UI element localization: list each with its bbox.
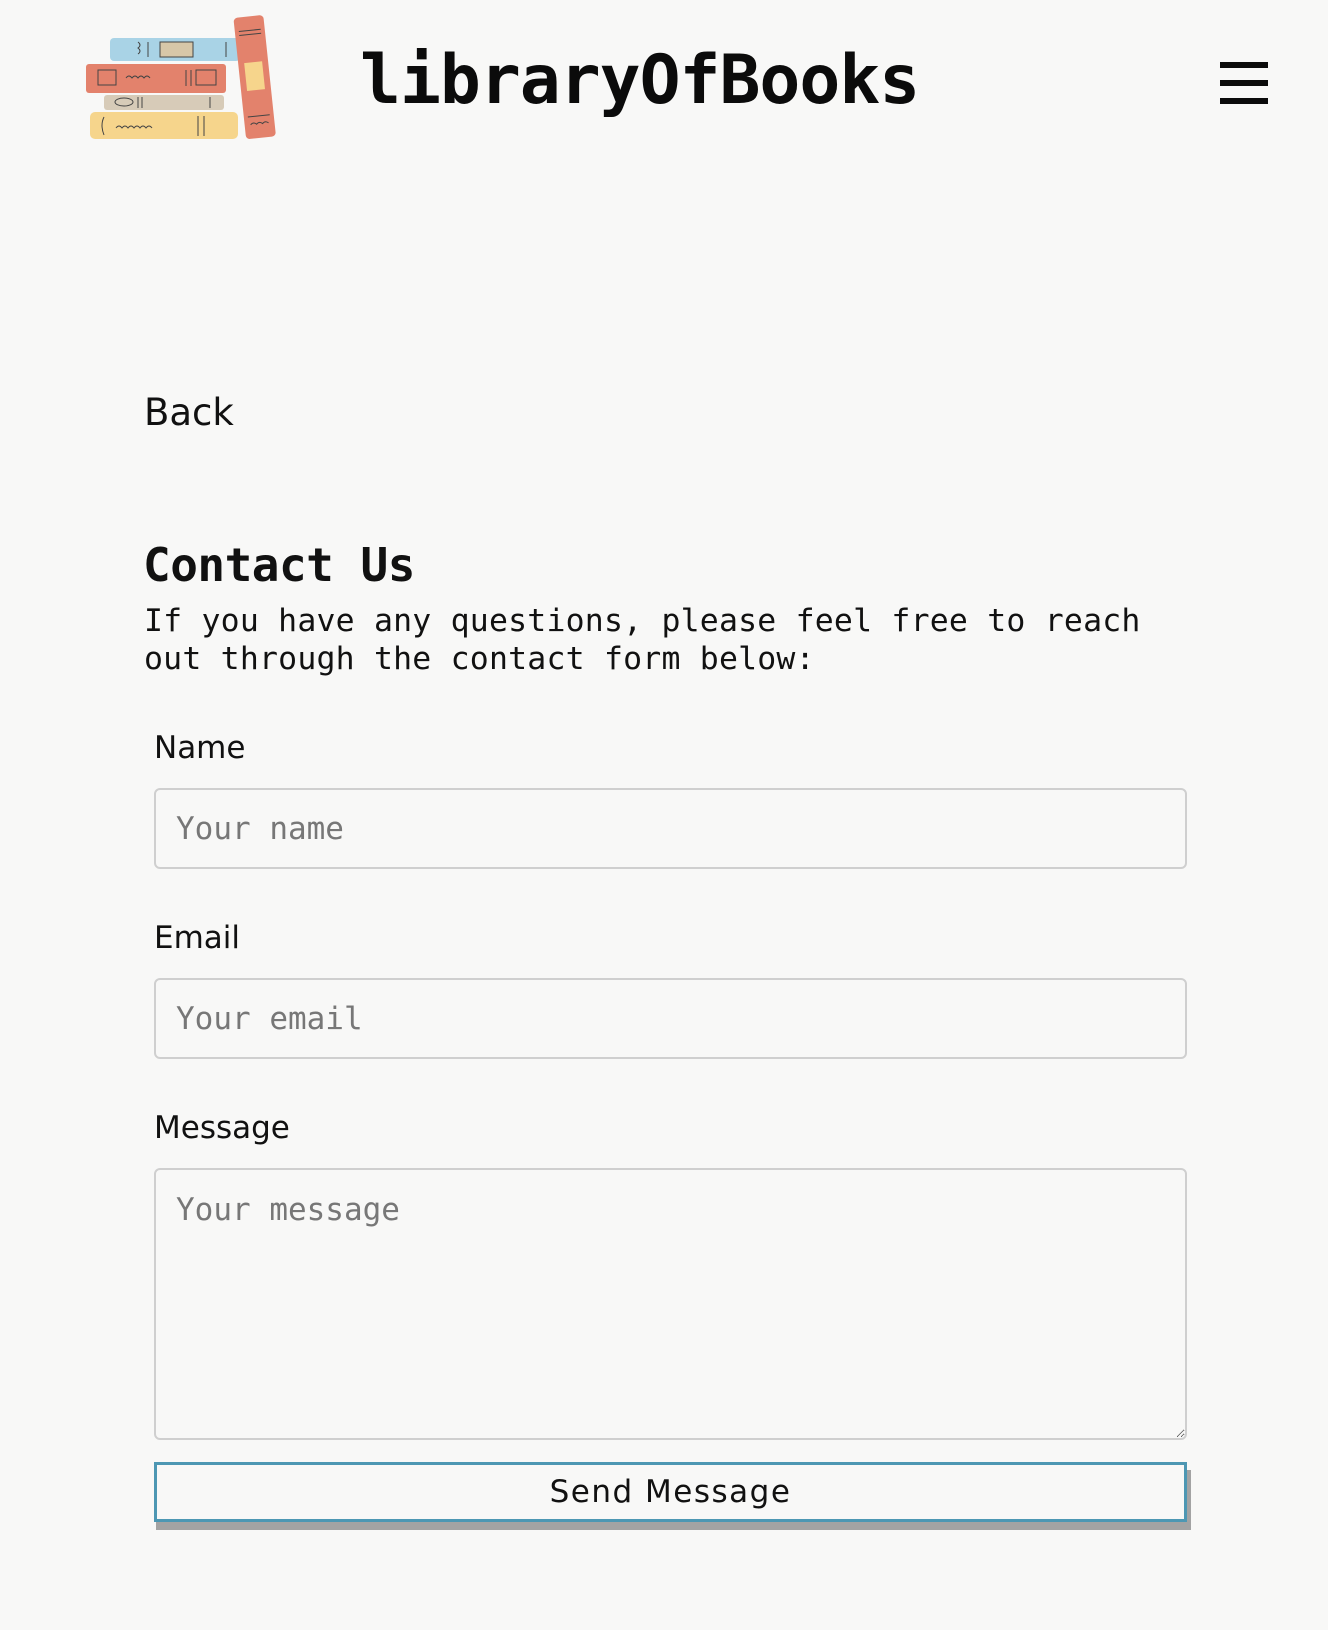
message-label: Message: [154, 1110, 290, 1146]
page-title: Contact Us: [143, 538, 415, 592]
menu-bar-bottom: [1220, 98, 1268, 104]
menu-bar-top: [1220, 62, 1268, 68]
name-label: Name: [154, 730, 246, 766]
email-input[interactable]: [154, 978, 1187, 1059]
name-input[interactable]: [154, 788, 1187, 869]
send-message-button[interactable]: Send Message: [154, 1462, 1187, 1522]
back-link[interactable]: Back: [144, 388, 234, 438]
email-label: Email: [154, 920, 241, 956]
stacked-books-icon[interactable]: [86, 12, 296, 148]
site-header: libraryOfBooks: [0, 0, 1328, 160]
hamburger-menu-icon[interactable]: [1220, 60, 1270, 106]
menu-bar-middle: [1220, 80, 1268, 86]
message-textarea[interactable]: [154, 1168, 1187, 1440]
intro-text: If you have any questions, please feel f…: [144, 603, 1141, 677]
site-title[interactable]: libraryOfBooks: [360, 36, 920, 126]
